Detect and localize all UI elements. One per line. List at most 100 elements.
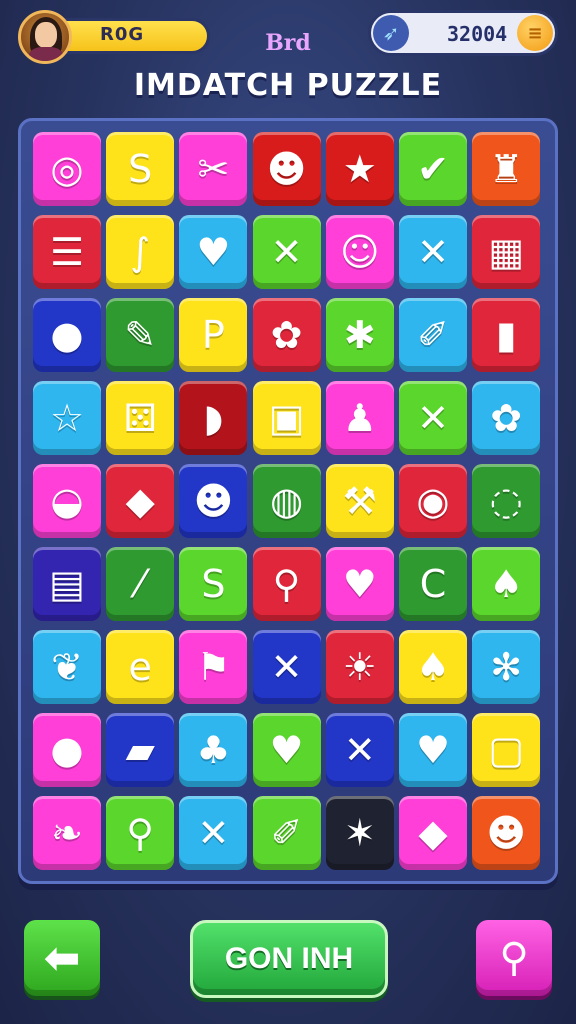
- target-icon: ◉: [416, 479, 450, 523]
- tile-tube[interactable]: ▰: [106, 713, 175, 787]
- tile-leaf[interactable]: ❦: [33, 630, 101, 704]
- tile-swirl-pink[interactable]: S: [179, 547, 248, 621]
- tile-gem-red[interactable]: ◆: [399, 796, 467, 870]
- tile-pawn[interactable]: ♟: [325, 381, 394, 455]
- tile-critter[interactable]: ☻: [179, 464, 248, 538]
- tile-asterisk[interactable]: ✱: [325, 298, 394, 372]
- kite-icon: ◆: [125, 479, 155, 523]
- tile-squash[interactable]: ♠: [472, 547, 541, 621]
- tile-wrench[interactable]: ⚒: [325, 464, 394, 538]
- gem-red-icon: ◆: [418, 811, 448, 855]
- tile-heart[interactable]: ♥: [179, 215, 248, 289]
- ghost-icon: ☺: [339, 230, 380, 274]
- chisel-icon: ✐: [270, 811, 303, 855]
- tile-letter-e[interactable]: e: [106, 630, 175, 704]
- tile-star-outline[interactable]: ☆: [33, 381, 101, 455]
- check-icon: ✔: [417, 147, 449, 191]
- main-action-button[interactable]: GON INH: [190, 920, 388, 998]
- tile-bear[interactable]: ☻: [472, 796, 541, 870]
- tile-jar[interactable]: ▢: [472, 713, 541, 787]
- tile-star-white[interactable]: ✶: [325, 796, 394, 870]
- tile-target[interactable]: ◉: [399, 464, 467, 538]
- tile-x[interactable]: ✕: [252, 215, 321, 289]
- speech-icon: ◌: [489, 479, 523, 523]
- tile-cross-sticks[interactable]: ✕: [399, 215, 467, 289]
- tile-marker[interactable]: ✎: [106, 298, 175, 372]
- tile-x-yellow[interactable]: ✕: [325, 713, 394, 787]
- tile-x-red[interactable]: ✕: [179, 796, 248, 870]
- tile-donut[interactable]: ◎: [33, 132, 101, 206]
- tile-bottle[interactable]: ♜: [472, 132, 541, 206]
- tile-snowflake[interactable]: ✻: [472, 630, 541, 704]
- tile-x-purple[interactable]: ✕: [252, 630, 321, 704]
- search-button[interactable]: ⚲: [476, 920, 552, 996]
- tile-cheese[interactable]: ⚄: [106, 381, 175, 455]
- battery-icon: ▤: [49, 562, 85, 606]
- tile-eraser[interactable]: ◒: [33, 464, 101, 538]
- tile-calculator[interactable]: ▦: [472, 215, 541, 289]
- tile-battery[interactable]: ▤: [33, 547, 101, 621]
- tile-check[interactable]: ✔: [399, 132, 467, 206]
- tile-chisel[interactable]: ✐: [252, 796, 321, 870]
- tile-pencil[interactable]: ✐: [399, 298, 467, 372]
- tile-heart-red[interactable]: ♥: [252, 713, 321, 787]
- x-icon: ✕: [270, 230, 303, 274]
- tube-icon: ▰: [125, 728, 155, 772]
- tile-flower[interactable]: ✿: [252, 298, 321, 372]
- hammer-icon: ⚑: [196, 645, 231, 689]
- tile-bag[interactable]: ▣: [252, 381, 321, 455]
- tile-ring[interactable]: ◍: [252, 464, 321, 538]
- flower-icon: ✿: [270, 313, 303, 357]
- tile-bowl[interactable]: ◗: [179, 381, 248, 455]
- tile-star[interactable]: ★: [325, 132, 394, 206]
- tile-lines[interactable]: ☰: [33, 215, 101, 289]
- slash-icon: ⁄: [137, 562, 144, 606]
- x-purple-icon: ✕: [270, 645, 303, 689]
- swirl-icon: S: [128, 147, 153, 191]
- tile-heart-purple[interactable]: ♥: [325, 547, 394, 621]
- leaf-icon: ❦: [51, 645, 83, 689]
- tile-orange-ball[interactable]: ●: [33, 298, 101, 372]
- arrow-left-icon: ⬅: [43, 932, 81, 984]
- x-red-icon: ✕: [197, 811, 230, 855]
- tile-slash[interactable]: ⁄: [106, 547, 175, 621]
- pushpin-icon: ⚲: [126, 811, 155, 855]
- bag-icon: ▣: [268, 396, 305, 440]
- lines-icon: ☰: [49, 230, 85, 274]
- tile-crayon[interactable]: ▮: [472, 298, 541, 372]
- tile-orange[interactable]: ●: [33, 713, 101, 787]
- heart-icon: ♥: [196, 230, 231, 274]
- sun-icon: ☀: [342, 645, 377, 689]
- tile-leaf-green[interactable]: ❧: [33, 796, 101, 870]
- tile-worm[interactable]: ∫: [106, 215, 175, 289]
- coin-icon[interactable]: ≡: [517, 15, 553, 51]
- tile-ghost[interactable]: ☺: [325, 215, 394, 289]
- letter-p-icon: P: [201, 313, 225, 357]
- tile-gear-flower[interactable]: ✿: [472, 381, 541, 455]
- tile-letter-c[interactable]: C: [399, 547, 467, 621]
- orange-icon: ●: [50, 728, 84, 772]
- bear-icon: ☻: [486, 811, 526, 855]
- cheese-icon: ⚄: [123, 396, 157, 440]
- x-yellow-icon: ✕: [343, 728, 376, 772]
- tile-carrot[interactable]: ♣: [179, 713, 248, 787]
- tile-speech[interactable]: ◌: [472, 464, 541, 538]
- tile-kite[interactable]: ◆: [106, 464, 175, 538]
- star-icon: ★: [342, 147, 377, 191]
- heart-purple-icon: ♥: [342, 562, 377, 606]
- tile-letter-p[interactable]: P: [179, 298, 248, 372]
- back-button[interactable]: ⬅: [24, 920, 100, 996]
- tile-cow[interactable]: ☻: [252, 132, 321, 206]
- tile-x-pink[interactable]: ✕: [399, 381, 467, 455]
- tile-pushpin[interactable]: ⚲: [106, 796, 175, 870]
- rocket-icon[interactable]: ➶: [373, 15, 409, 51]
- tile-heart-rainbow[interactable]: ♥: [399, 713, 467, 787]
- tile-hammer[interactable]: ⚑: [179, 630, 248, 704]
- tile-swirl[interactable]: S: [106, 132, 175, 206]
- tile-scissors[interactable]: ✂: [179, 132, 248, 206]
- tile-sun[interactable]: ☀: [325, 630, 394, 704]
- tile-brush[interactable]: ⚲: [252, 547, 321, 621]
- heart-red-icon: ♥: [269, 728, 304, 772]
- tile-pepper[interactable]: ♠: [399, 630, 467, 704]
- orange-ball-icon: ●: [50, 313, 84, 357]
